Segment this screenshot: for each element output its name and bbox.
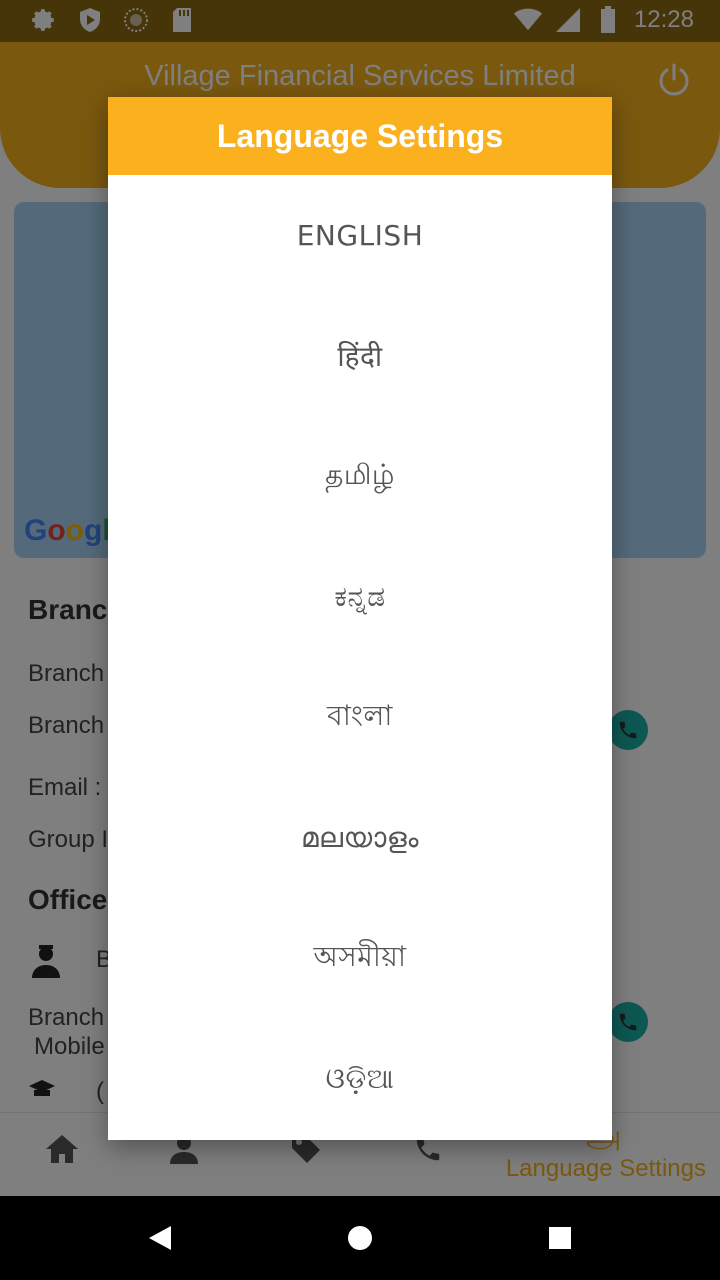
home-circle-icon[interactable] [344,1222,376,1254]
language-option-hindi[interactable]: हिंदी [108,296,612,417]
system-navigation-bar [0,1196,720,1280]
language-option-tamil[interactable]: தமிழ் [108,416,612,537]
language-option-english[interactable]: ENGLISH [108,175,612,296]
language-option-odia[interactable]: ଓଡ଼ିଆ [108,1019,612,1140]
language-dialog: Language Settings ENGLISH हिंदी தமிழ் ಕನ… [108,97,612,1140]
language-option-assamese[interactable]: অসমীয়া [108,899,612,1020]
recents-icon[interactable] [544,1222,576,1254]
back-icon[interactable] [144,1222,176,1254]
language-option-bengali[interactable]: বাংলা [108,657,612,778]
dialog-title: Language Settings [108,97,612,175]
language-list: ENGLISH हिंदी தமிழ் ಕನ್ನಡ বাংলা മലയാളം অ… [108,175,612,1140]
language-option-malayalam[interactable]: മലയാളം [108,778,612,899]
language-option-kannada[interactable]: ಕನ್ನಡ [108,537,612,658]
